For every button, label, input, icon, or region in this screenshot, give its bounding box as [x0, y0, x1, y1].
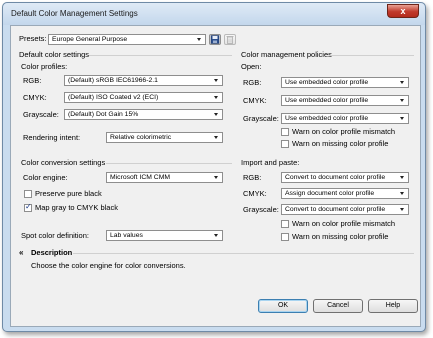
import-cmyk-label: CMYK: — [243, 189, 267, 198]
import-grayscale-policy-dropdown[interactable]: Convert to document color profile — [281, 204, 409, 215]
chevron-down-icon — [398, 189, 407, 198]
color-conversion-settings-title: Color conversion settings — [21, 158, 106, 167]
map-gray-checkbox[interactable] — [24, 202, 32, 212]
presets-label: Presets: — [19, 34, 47, 43]
color-management-policies-title: Color management policies — [241, 50, 332, 59]
open-warn-mismatch-label: Warn on color profile mismatch — [292, 127, 396, 136]
rgb-label: RGB: — [23, 76, 42, 85]
divider — [89, 55, 232, 56]
import-grayscale-policy-value: Convert to document color profile — [285, 206, 386, 213]
import-warn-missing-label: Warn on missing color profile — [292, 232, 389, 241]
spot-color-dropdown[interactable]: Lab values — [106, 230, 223, 241]
chevron-down-icon — [212, 133, 221, 142]
open-warn-mismatch-checkbox[interactable] — [281, 128, 289, 136]
preserve-pure-black-label: Preserve pure black — [35, 189, 102, 198]
import-cmyk-policy-dropdown[interactable]: Assign document color profile — [281, 188, 409, 199]
open-grayscale-label: Grayscale: — [243, 114, 279, 123]
open-rgb-label: RGB: — [243, 78, 262, 87]
open-rgb-policy-value: Use embedded color profile — [285, 79, 369, 86]
divider — [106, 163, 232, 164]
import-warn-missing-checkbox[interactable] — [281, 233, 289, 241]
chevron-down-icon — [212, 76, 221, 85]
chevron-down-icon — [398, 114, 407, 123]
spot-color-value: Lab values — [110, 232, 143, 239]
rendering-intent-dropdown[interactable]: Relative colorimetric — [106, 132, 223, 143]
save-preset-button[interactable] — [209, 34, 221, 45]
color-engine-label: Color engine: — [23, 173, 68, 182]
dialog-body: Presets: Europe General Purpose Default … — [10, 25, 421, 327]
cmyk-profile-value: (Default) ISO Coated v2 (ECI) — [68, 94, 159, 101]
rgb-profile-value: (Default) sRGB IEC61966-2.1 — [68, 77, 158, 84]
import-rgb-label: RGB: — [243, 173, 262, 182]
import-rgb-policy-value: Convert to document color profile — [285, 174, 386, 181]
open-rgb-policy-dropdown[interactable]: Use embedded color profile — [281, 77, 409, 88]
default-color-settings-title: Default color settings — [19, 50, 90, 59]
color-profiles-label: Color profiles: — [21, 62, 68, 71]
save-icon — [210, 35, 220, 44]
grayscale-profile-value: (Default) Dot Gain 15% — [68, 111, 139, 118]
collapse-description-icon[interactable]: « — [19, 248, 23, 258]
chevron-down-icon — [195, 35, 204, 44]
open-cmyk-policy-dropdown[interactable]: Use embedded color profile — [281, 95, 409, 106]
spot-color-label: Spot color definition: — [21, 231, 89, 240]
open-label: Open: — [241, 62, 262, 71]
description-text: Choose the color engine for color conver… — [31, 261, 186, 270]
open-warn-missing-label: Warn on missing color profile — [292, 139, 389, 148]
chevron-down-icon — [212, 231, 221, 240]
divider — [73, 253, 414, 254]
cancel-button[interactable]: Cancel — [313, 299, 363, 313]
open-warn-missing-checkbox[interactable] — [281, 140, 289, 148]
rendering-intent-value: Relative colorimetric — [110, 134, 172, 141]
chevron-down-icon — [212, 173, 221, 182]
chevron-down-icon — [212, 110, 221, 119]
chevron-down-icon — [398, 96, 407, 105]
chevron-down-icon — [398, 173, 407, 182]
import-cmyk-policy-value: Assign document color profile — [285, 190, 375, 197]
close-button[interactable]: x — [387, 4, 419, 18]
grayscale-profile-dropdown[interactable]: (Default) Dot Gain 15% — [64, 109, 223, 120]
map-gray-label: Map gray to CMYK black — [35, 203, 118, 212]
ok-button[interactable]: OK — [258, 299, 308, 313]
import-paste-label: Import and paste: — [241, 158, 300, 167]
import-warn-mismatch-label: Warn on color profile mismatch — [292, 219, 396, 228]
open-grayscale-policy-dropdown[interactable]: Use embedded color profile — [281, 113, 409, 124]
divider — [329, 55, 414, 56]
rgb-profile-dropdown[interactable]: (Default) sRGB IEC61966-2.1 — [64, 75, 223, 86]
presets-value: Europe General Purpose — [52, 36, 128, 43]
rendering-intent-label: Rendering intent: — [23, 133, 81, 142]
chevron-down-icon — [212, 93, 221, 102]
import-grayscale-label: Grayscale: — [243, 205, 279, 214]
dialog-window: Default Color Management Settings x Pres… — [2, 2, 426, 332]
title-bar[interactable]: Default Color Management Settings x — [3, 3, 425, 25]
window-title: Default Color Management Settings — [11, 9, 138, 18]
delete-icon — [226, 36, 234, 44]
open-cmyk-label: CMYK: — [243, 96, 267, 105]
description-title: Description — [31, 248, 73, 257]
import-warn-mismatch-checkbox[interactable] — [281, 220, 289, 228]
open-grayscale-policy-value: Use embedded color profile — [285, 115, 369, 122]
color-engine-dropdown[interactable]: Microsoft ICM CMM — [106, 172, 223, 183]
grayscale-label: Grayscale: — [23, 110, 59, 119]
presets-dropdown[interactable]: Europe General Purpose — [48, 34, 206, 45]
cmyk-profile-dropdown[interactable]: (Default) ISO Coated v2 (ECI) — [64, 92, 223, 103]
preserve-pure-black-checkbox[interactable] — [24, 190, 32, 198]
import-rgb-policy-dropdown[interactable]: Convert to document color profile — [281, 172, 409, 183]
color-engine-value: Microsoft ICM CMM — [110, 174, 171, 181]
open-cmyk-policy-value: Use embedded color profile — [285, 97, 369, 104]
cmyk-label: CMYK: — [23, 93, 47, 102]
chevron-down-icon — [398, 205, 407, 214]
delete-preset-button[interactable] — [224, 34, 236, 45]
chevron-down-icon — [398, 78, 407, 87]
help-button[interactable]: Help — [368, 299, 418, 313]
